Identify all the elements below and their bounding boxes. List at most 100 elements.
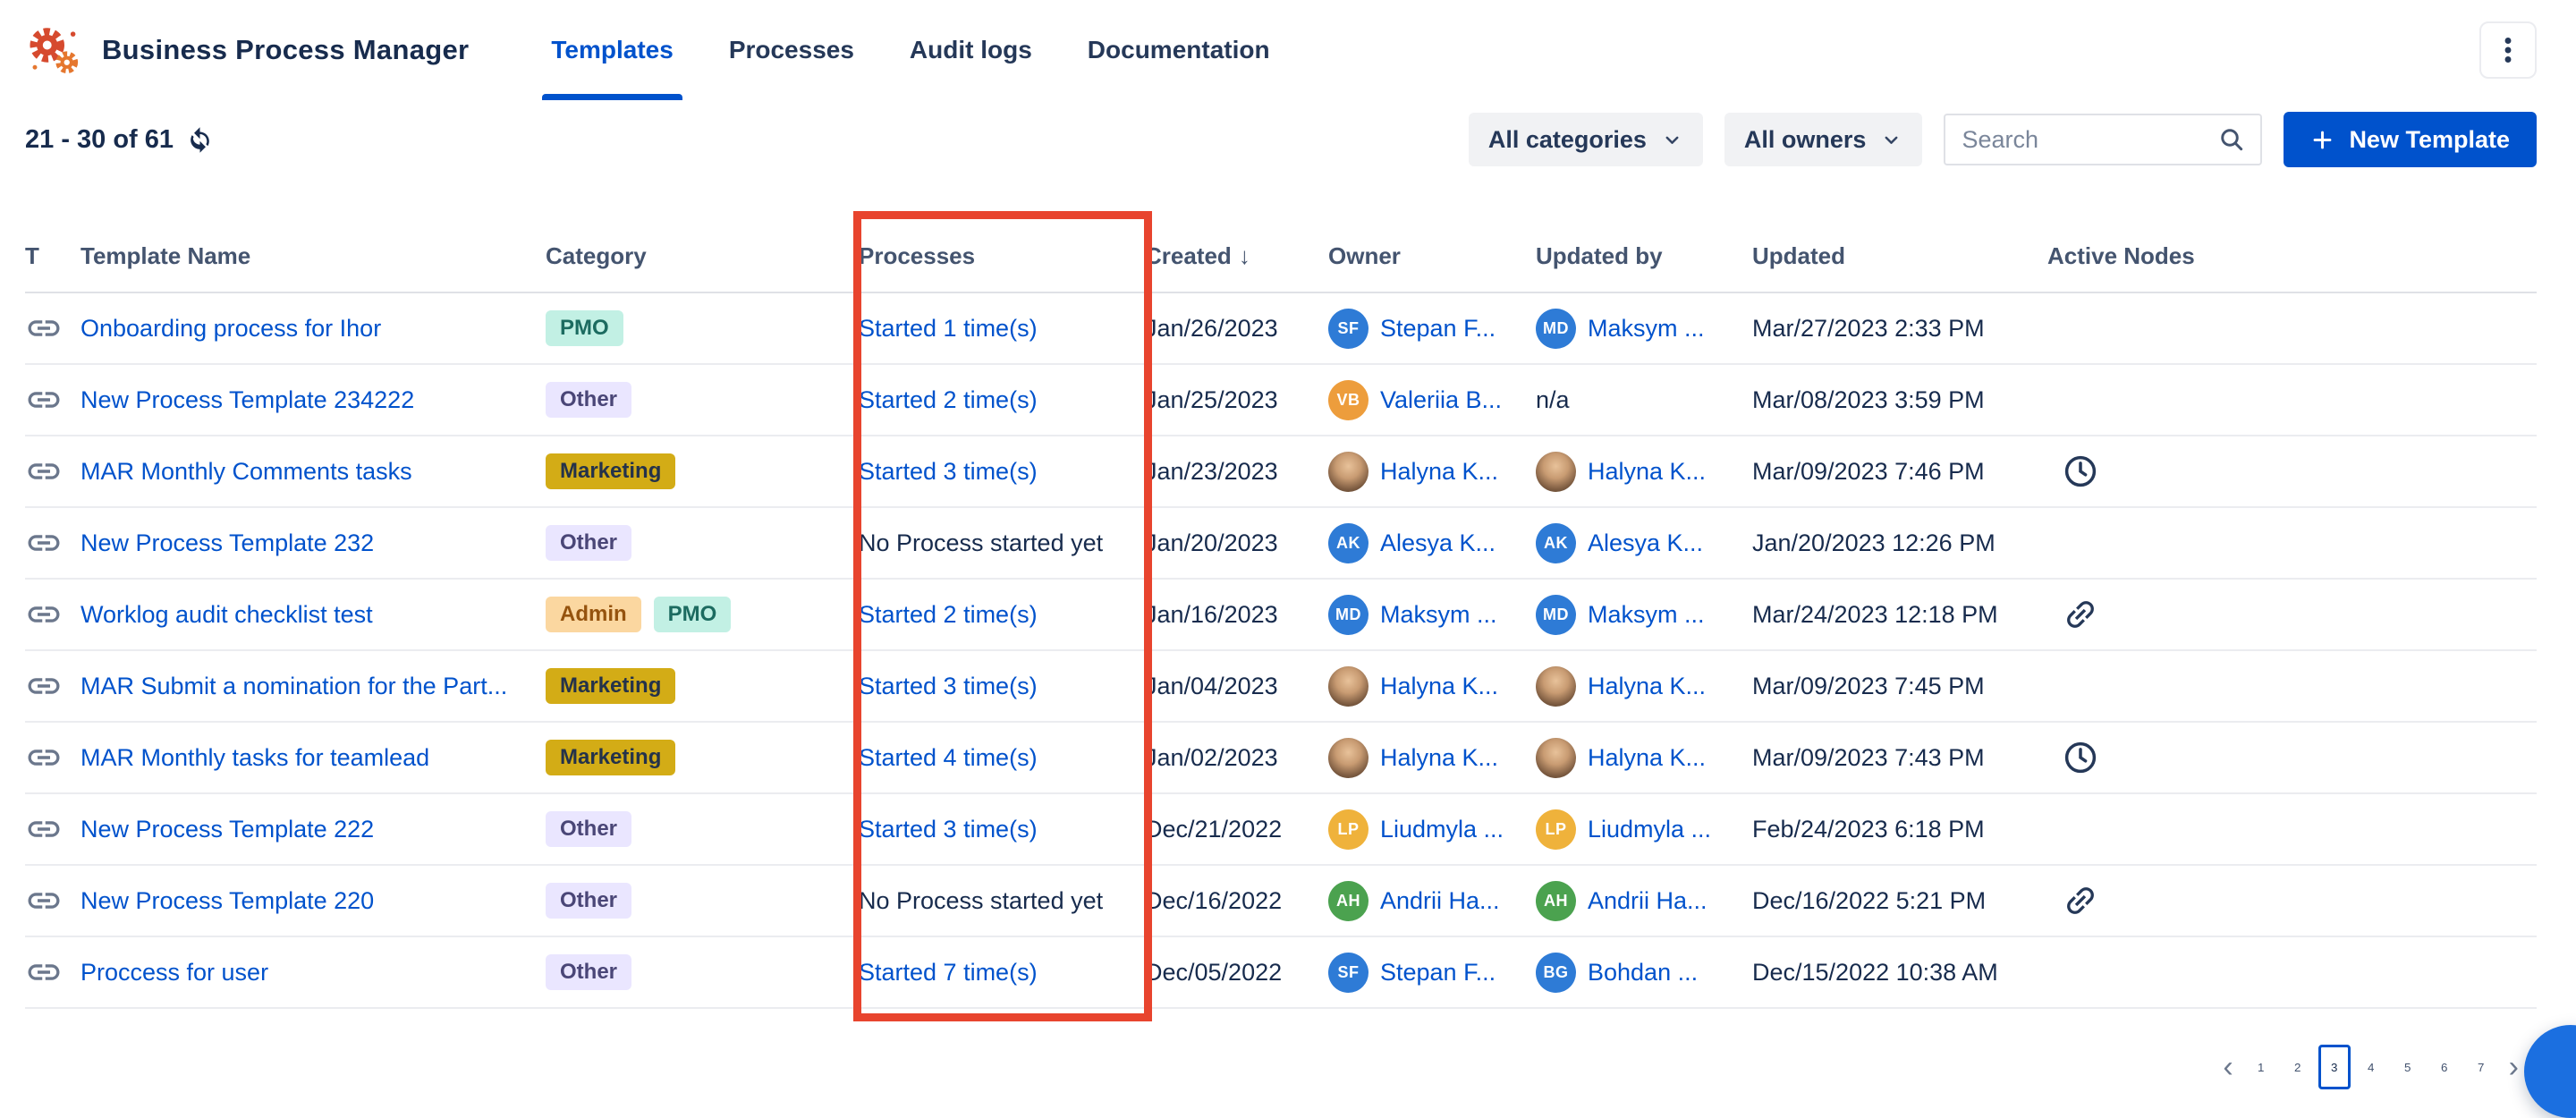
updated-by-avatar[interactable] <box>1536 738 1576 778</box>
template-name-link[interactable]: Onboarding process for Ihor <box>80 315 532 343</box>
owner-cell: AH Andrii Ha... <box>1328 881 1536 921</box>
processes-cell: Started 3 time(s) <box>859 458 1145 486</box>
processes-count-link[interactable]: Started 1 time(s) <box>859 315 1038 342</box>
owner-name-link[interactable]: Halyna K... <box>1380 744 1498 772</box>
template-name-cell: Onboarding process for Ihor <box>80 315 546 343</box>
owners-filter-dropdown[interactable]: All owners <box>1724 113 1923 166</box>
category-badge-other: Other <box>546 525 631 561</box>
column-header-processes[interactable]: Processes <box>859 242 1145 270</box>
processes-count-link[interactable]: Started 2 time(s) <box>859 601 1038 628</box>
column-header-updated-by[interactable]: Updated by <box>1536 242 1752 270</box>
template-name-link[interactable]: Proccess for user <box>80 959 532 987</box>
sort-desc-icon: ↓ <box>1239 242 1250 269</box>
page-button-3[interactable]: 3 <box>2318 1045 2351 1089</box>
column-header-owner[interactable]: Owner <box>1328 242 1536 270</box>
updated-by-avatar[interactable]: MD <box>1536 309 1576 349</box>
owner-avatar[interactable] <box>1328 738 1368 778</box>
search-icon[interactable] <box>2217 125 2246 154</box>
updated-by-name-link[interactable]: Alesya K... <box>1588 529 1703 557</box>
template-name-link[interactable]: New Process Template 222 <box>80 816 532 843</box>
processes-count-link[interactable]: Started 3 time(s) <box>859 816 1038 843</box>
processes-count-link[interactable]: Started 2 time(s) <box>859 386 1038 413</box>
created-cell: Dec/16/2022 <box>1145 887 1328 915</box>
owner-avatar[interactable]: SF <box>1328 953 1368 993</box>
template-name-link[interactable]: MAR Monthly tasks for teamlead <box>80 744 532 772</box>
tab-processes[interactable]: Processes <box>725 0 858 100</box>
owner-name-link[interactable]: Valeriia B... <box>1380 386 1502 414</box>
processes-count-link[interactable]: Started 7 time(s) <box>859 959 1038 986</box>
owner-avatar[interactable]: SF <box>1328 309 1368 349</box>
template-name-link[interactable]: MAR Monthly Comments tasks <box>80 458 532 486</box>
updated-by-avatar[interactable]: AH <box>1536 881 1576 921</box>
owner-avatar[interactable]: AH <box>1328 881 1368 921</box>
template-name-link[interactable]: New Process Template 232 <box>80 529 532 557</box>
next-page-button[interactable]: › <box>2502 1050 2526 1085</box>
owner-name-link[interactable]: Maksym ... <box>1380 601 1497 629</box>
updated-by-name-link[interactable]: Halyna K... <box>1588 673 1706 700</box>
owner-avatar[interactable]: VB <box>1328 380 1368 420</box>
owner-name-link[interactable]: Stepan F... <box>1380 315 1496 343</box>
owner-name-link[interactable]: Halyna K... <box>1380 673 1498 700</box>
tab-audit-logs[interactable]: Audit logs <box>906 0 1036 100</box>
updated-by-cell: Halyna K... <box>1536 738 1752 778</box>
processes-cell: Started 1 time(s) <box>859 315 1145 343</box>
processes-count-link[interactable]: Started 3 time(s) <box>859 673 1038 699</box>
updated-by-name-link[interactable]: Halyna K... <box>1588 458 1706 486</box>
owner-name-link[interactable]: Alesya K... <box>1380 529 1496 557</box>
column-header-updated[interactable]: Updated <box>1752 242 2047 270</box>
owner-name-link[interactable]: Andrii Ha... <box>1380 887 1500 915</box>
owner-name-link[interactable]: Halyna K... <box>1380 458 1498 486</box>
tab-templates[interactable]: Templates <box>547 0 676 100</box>
page-button-1[interactable]: 1 <box>2245 1045 2277 1089</box>
categories-filter-dropdown[interactable]: All categories <box>1469 113 1703 166</box>
updated-by-avatar[interactable]: BG <box>1536 953 1576 993</box>
owner-avatar[interactable] <box>1328 666 1368 707</box>
new-template-button[interactable]: New Template <box>2284 112 2537 167</box>
column-header-template-name[interactable]: Template Name <box>80 242 546 270</box>
page-button-6[interactable]: 6 <box>2428 1045 2461 1089</box>
updated-by-name-link[interactable]: Andrii Ha... <box>1588 887 1707 915</box>
template-name-link[interactable]: New Process Template 220 <box>80 887 532 915</box>
search-input[interactable] <box>1960 125 2217 155</box>
page-button-7[interactable]: 7 <box>2465 1045 2497 1089</box>
updated-by-avatar[interactable]: AK <box>1536 523 1576 563</box>
updated-by-name-link[interactable]: Bohdan ... <box>1588 959 1698 987</box>
page-button-2[interactable]: 2 <box>2282 1045 2314 1089</box>
category-badge-marketing: Marketing <box>546 453 675 489</box>
template-name-link[interactable]: New Process Template 234222 <box>80 386 532 414</box>
updated-by-name-link[interactable]: Halyna K... <box>1588 744 1706 772</box>
updated-by-cell: AH Andrii Ha... <box>1536 881 1752 921</box>
updated-by-avatar[interactable]: MD <box>1536 595 1576 635</box>
page-button-4[interactable]: 4 <box>2355 1045 2387 1089</box>
template-name-link[interactable]: MAR Submit a nomination for the Part... <box>80 673 532 700</box>
updated-by-avatar[interactable]: LP <box>1536 809 1576 850</box>
app-header: Business Process Manager TemplatesProces… <box>0 0 2576 100</box>
owner-name-link[interactable]: Stepan F... <box>1380 959 1496 987</box>
template-name-link[interactable]: Worklog audit checklist test <box>80 601 532 629</box>
refresh-icon[interactable] <box>186 126 214 154</box>
owner-avatar[interactable] <box>1328 452 1368 492</box>
owner-avatar[interactable]: AK <box>1328 523 1368 563</box>
column-header-created[interactable]: Created↓ <box>1145 242 1328 270</box>
owner-name-link[interactable]: Liudmyla ... <box>1380 816 1504 843</box>
help-fab-button[interactable] <box>2524 1025 2576 1118</box>
category-cell: AdminPMO <box>546 597 859 632</box>
tab-documentation[interactable]: Documentation <box>1084 0 1274 100</box>
category-badge-other: Other <box>546 954 631 990</box>
created-cell: Jan/02/2023 <box>1145 744 1328 772</box>
updated-by-name-link[interactable]: Maksym ... <box>1588 315 1705 343</box>
owner-avatar[interactable]: LP <box>1328 809 1368 850</box>
updated-by-name-link[interactable]: Liudmyla ... <box>1588 816 1711 843</box>
updated-by-name-link[interactable]: Maksym ... <box>1588 601 1705 629</box>
updated-by-avatar[interactable] <box>1536 666 1576 707</box>
prev-page-button[interactable]: ‹ <box>2216 1050 2240 1085</box>
column-header-category[interactable]: Category <box>546 242 859 270</box>
more-menu-button[interactable] <box>2479 21 2537 79</box>
owner-avatar[interactable]: MD <box>1328 595 1368 635</box>
table-row: Worklog audit checklist test AdminPMOStar… <box>25 580 2537 651</box>
updated-by-avatar[interactable] <box>1536 452 1576 492</box>
page-button-5[interactable]: 5 <box>2392 1045 2424 1089</box>
processes-count-link[interactable]: Started 3 time(s) <box>859 458 1038 485</box>
updated-cell: Dec/16/2022 5:21 PM <box>1752 887 2047 915</box>
processes-count-link[interactable]: Started 4 time(s) <box>859 744 1038 771</box>
